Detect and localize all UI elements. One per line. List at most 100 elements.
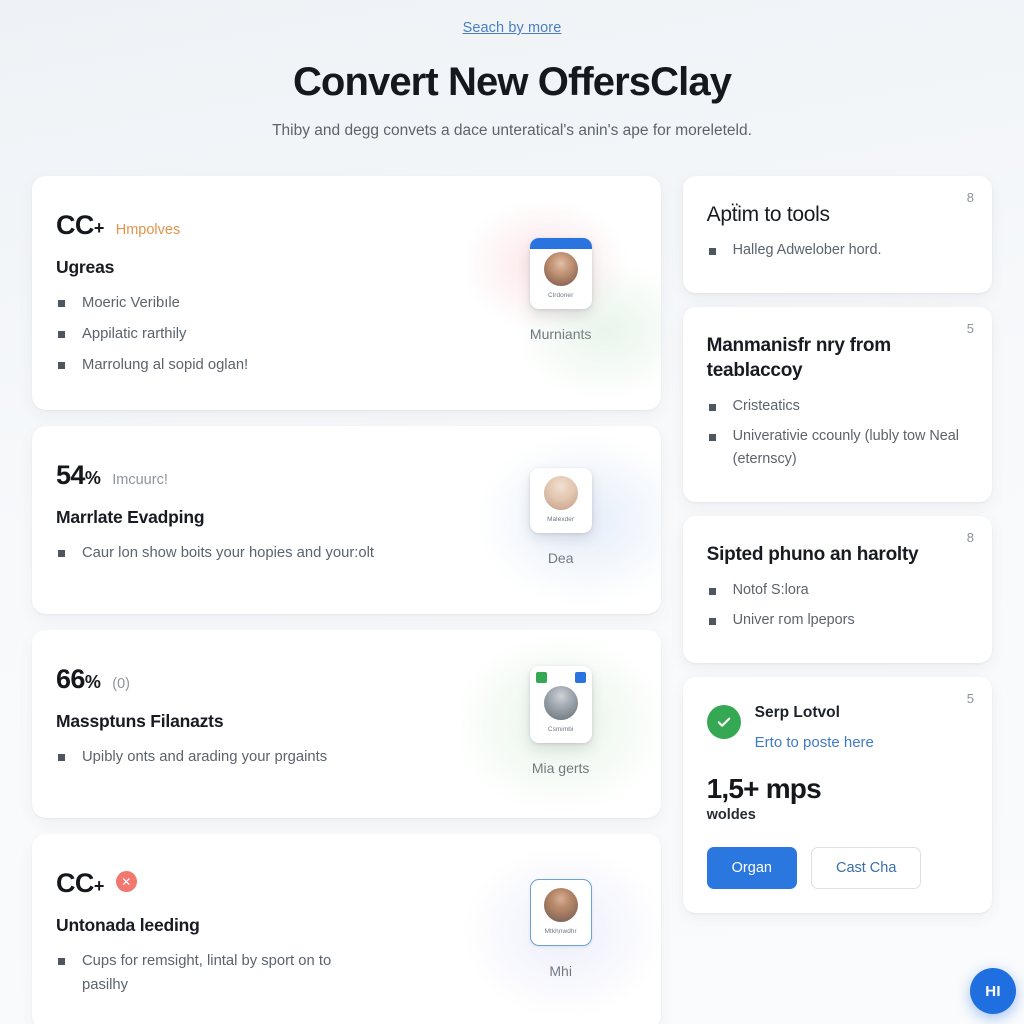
metric-value: CC+: [56, 210, 104, 241]
card-heading: Ugreas: [56, 257, 115, 277]
metric-number: 66: [56, 664, 85, 694]
metric-note: Imcuurc!: [112, 472, 168, 488]
card-bullet-list: Cups for remsight, lintal by sport on to…: [56, 949, 441, 997]
list-item: Caur lon show boits your hopies and your…: [56, 541, 376, 565]
feature-card-body: 54% Imcuurc! Marrlate Evadping Caur lon …: [32, 426, 461, 614]
side-card-count: 8: [966, 530, 974, 545]
avatar: [543, 686, 578, 720]
metric-number: CC: [56, 210, 94, 240]
metric-note: (0): [112, 676, 130, 692]
side-card-count: 8: [966, 190, 974, 205]
feature-card[interactable]: CC+ Hmpolves Ugreas Moeric Veribıle Appi…: [32, 176, 661, 410]
promo-header: Serp Lotvol Erto to poste here: [706, 703, 968, 753]
avatar-name: Csmimbi: [547, 726, 574, 733]
promo-card-count: 5: [966, 691, 974, 706]
app-root: Seach by more Convert New OffersClay Thi…: [0, 0, 1024, 1024]
help-chat-fab[interactable]: HI: [970, 968, 1016, 1014]
side-card[interactable]: 8 Sipted phuno an harolty Notof S:lora U…: [682, 516, 992, 663]
card-bullet-list: Moeric Veribıle Appilatic rarthily Marro…: [56, 291, 441, 377]
avatar: [543, 252, 578, 286]
side-card-heading: Manmanisfr nry from teablaccoy: [706, 335, 891, 381]
feature-card-body: 66% (0) Massptuns Filanazts Upibly onts …: [32, 630, 461, 818]
cast-cha-button[interactable]: Cast Cha: [810, 847, 922, 889]
feature-card[interactable]: 54% Imcuurc! Marrlate Evadping Caur lon …: [32, 426, 661, 614]
side-card[interactable]: 5 Manmanisfr nry from teablaccoy Cristea…: [682, 307, 992, 502]
promo-actions: Organ Cast Cha: [706, 847, 968, 889]
metric-unit: +: [93, 876, 105, 896]
feature-card-media: Mtkhnwdhr Mhi: [460, 834, 661, 1024]
media-caption: Murniants: [529, 326, 592, 342]
check-circle-icon: [706, 705, 741, 739]
metric-number: CC: [56, 868, 94, 898]
profile-thumbnail[interactable]: Mtkhnwdhr: [529, 879, 592, 946]
promo-big-value: 1,5+ mps: [706, 773, 822, 804]
metric-unit: %: [84, 672, 101, 692]
side-card-bullet-list: Notof S:lora Univer гom lpepors: [707, 579, 968, 632]
list-item: Univerativie ccounly (lubly tow Neal (et…: [707, 425, 967, 471]
promo-card[interactable]: 5 Serp Lotvol Erto to poste here 1,5+ mp…: [682, 677, 992, 913]
card-heading: Untonada leeding: [56, 915, 200, 935]
media-caption: Dea: [547, 550, 574, 566]
profile-thumbnail[interactable]: Csmimbi: [529, 666, 592, 743]
metric-row: CC+ ✕: [56, 868, 441, 899]
avatar-name: Malexder: [547, 516, 575, 523]
list-item: Halleg Adwelober hord.: [707, 239, 967, 262]
feature-card[interactable]: CC+ ✕ Untonada leeding Cups for remsight…: [32, 834, 661, 1024]
card-heading: Marrlate Evadping: [56, 507, 205, 527]
media-caption: Mhi: [549, 963, 572, 979]
side-card-count: 5: [966, 321, 974, 336]
media-caption: Mia gerts: [531, 760, 590, 776]
metric-value: 66%: [56, 664, 101, 695]
metric-unit: +: [93, 218, 105, 238]
right-column: 8 Apẗim to tools Halleg Adwelober hord.…: [682, 176, 992, 913]
left-column: CC+ Hmpolves Ugreas Moeric Veribıle Appi…: [32, 176, 661, 1024]
promo-small-value: woldes: [706, 807, 756, 823]
list-item: Cups for remsight, lintal by sport on to…: [56, 949, 376, 997]
avatar: [543, 476, 578, 510]
list-item: Univer гom lpepors: [707, 609, 967, 632]
side-card-heading: Sipted phuno an harolty: [706, 544, 919, 565]
card-bullet-list: Upibly onts and arading your prgaints: [56, 745, 441, 769]
check-chip-icon: [535, 672, 547, 683]
metric-number: 54: [56, 460, 85, 490]
info-chip-icon: [574, 672, 586, 683]
feature-card-media: Clrdoner Murniants: [460, 176, 661, 410]
profile-thumbnail[interactable]: Clrdoner: [529, 238, 592, 309]
profile-thumbnail[interactable]: Malexder: [529, 468, 592, 533]
metric-unit: %: [84, 468, 101, 488]
card-heading: Massptuns Filanazts: [56, 711, 224, 731]
metric-row: CC+ Hmpolves: [56, 210, 441, 241]
metric-row: 66% (0): [56, 664, 441, 695]
close-icon: ✕: [115, 871, 137, 892]
hero-section: Seach by more Convert New OffersClay Thi…: [0, 0, 1024, 142]
promo-header-text: Serp Lotvol Erto to poste here: [755, 703, 874, 753]
feature-card-body: CC+ ✕ Untonada leeding Cups for remsight…: [32, 834, 461, 1024]
metric-note: Hmpolves: [115, 222, 181, 238]
promo-link[interactable]: Erto to poste here: [755, 733, 874, 753]
side-card-bullet-list: Cristeatics Univerativie ccounly (lubly …: [707, 395, 968, 471]
list-item: Appilatic rarthily: [56, 322, 376, 346]
content-columns: CC+ Hmpolves Ugreas Moeric Veribıle Appi…: [0, 176, 1024, 1024]
metric-value: CC+: [56, 868, 104, 899]
avatar-name: Clrdoner: [548, 292, 574, 299]
side-card-bullet-list: Halleg Adwelober hord.: [707, 239, 968, 262]
list-item: Notof S:lora: [707, 579, 967, 602]
avatar-name: Mtkhnwdhr: [544, 928, 577, 935]
promo-title: Serp Lotvol: [754, 704, 840, 721]
feature-card-media: Csmimbi Mia gerts: [460, 630, 661, 818]
organ-button[interactable]: Organ: [706, 847, 797, 889]
page-title: Convert New OffersClay: [292, 60, 732, 104]
list-item: Upibly onts and arading your prgaints: [56, 745, 376, 769]
side-card[interactable]: 8 Apẗim to tools Halleg Adwelober hord.: [682, 176, 992, 293]
list-item: Cristeatics: [707, 395, 967, 418]
feature-card-media: Malexder Dea: [460, 426, 661, 614]
metric-value: 54%: [56, 460, 101, 491]
status-chips: [535, 672, 586, 683]
feature-card-body: CC+ Hmpolves Ugreas Moeric Veribıle Appi…: [32, 176, 461, 410]
avatar: [543, 888, 578, 922]
card-bullet-list: Caur lon show boits your hopies and your…: [56, 541, 441, 565]
list-item: Moeric Veribıle: [56, 291, 376, 315]
metric-row: 54% Imcuurc!: [56, 460, 441, 491]
feature-card[interactable]: 66% (0) Massptuns Filanazts Upibly onts …: [32, 630, 661, 818]
search-by-more-link[interactable]: Seach by more: [463, 20, 562, 36]
